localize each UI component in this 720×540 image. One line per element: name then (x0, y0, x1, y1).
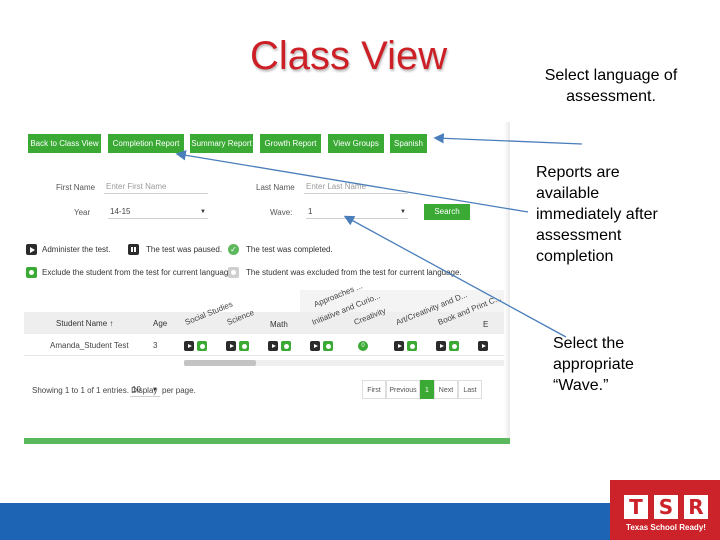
logo-letter-s: S (654, 495, 678, 519)
arrow-to-completion-report (175, 150, 529, 213)
logo-letter-t: T (624, 495, 648, 519)
callout-arrows (175, 133, 583, 338)
arrow-to-spanish (433, 133, 583, 145)
logo-letter-r: R (684, 495, 708, 519)
logo-tagline: Texas School Ready! (626, 523, 706, 532)
arrow-to-wave (343, 215, 567, 338)
